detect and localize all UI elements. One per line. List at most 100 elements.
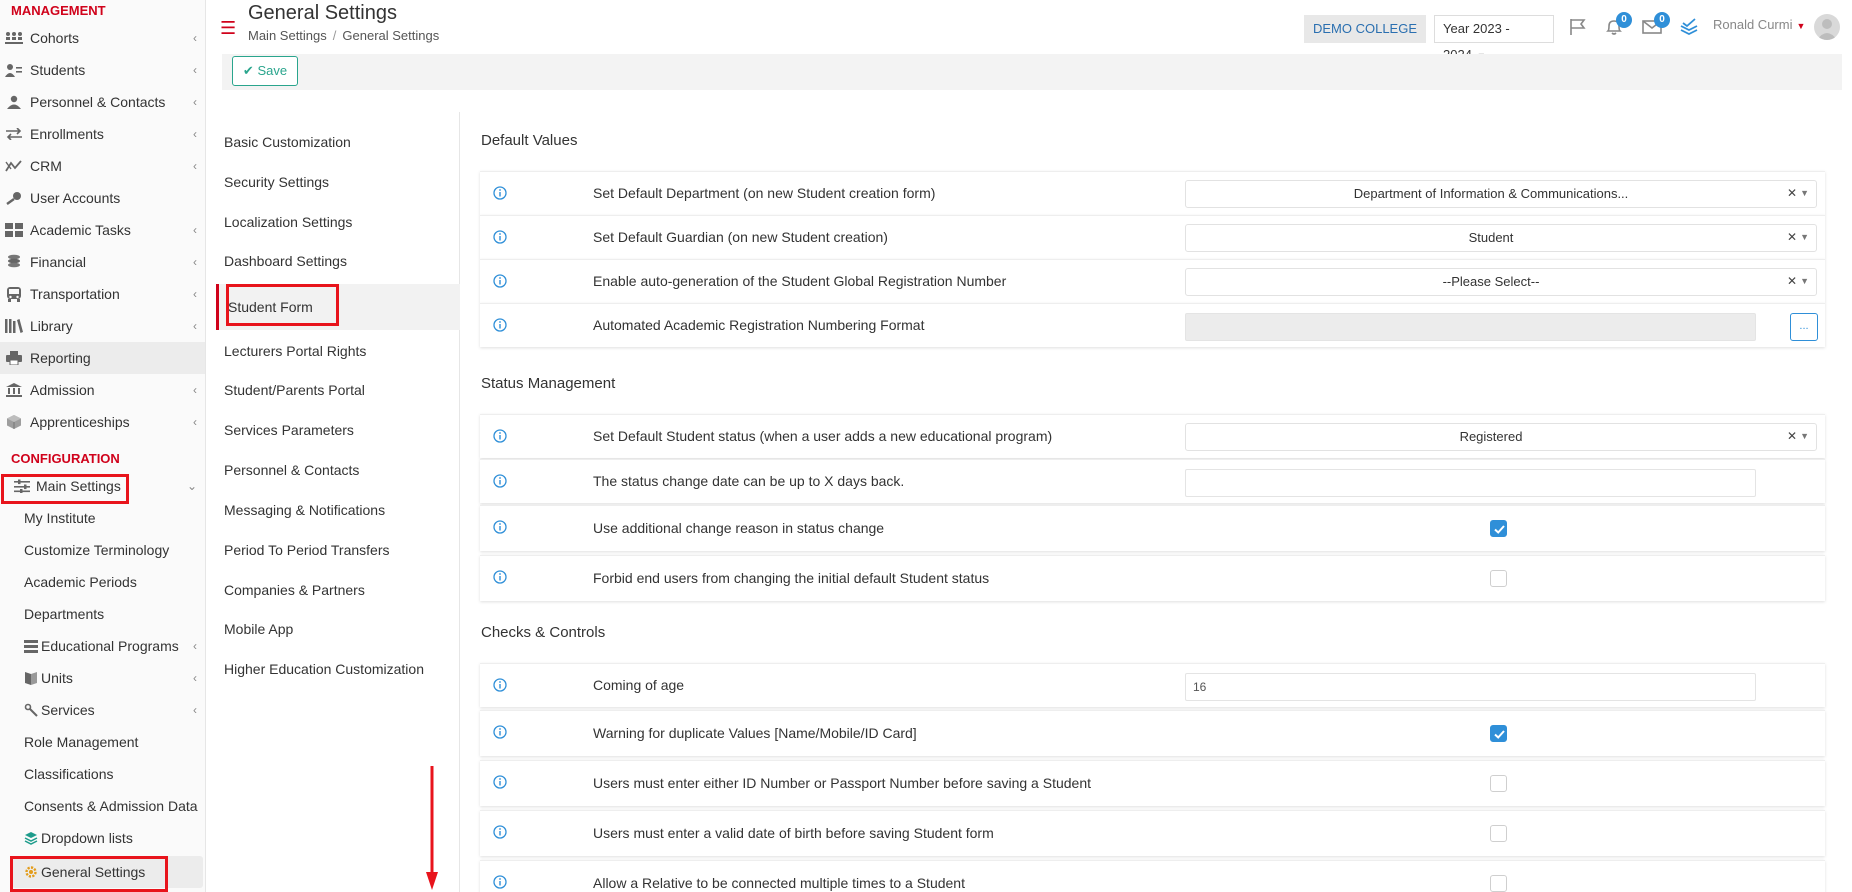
sidebar-item-consents-and-admission-data[interactable]: Consents & Admission Data [0,790,205,822]
page-title: General Settings [248,2,397,24]
settings-nav-services-parameters[interactable]: Services Parameters [216,410,460,450]
settings-nav-student-parents-portal[interactable]: Student/Parents Portal [216,370,460,410]
setting-label: Enable auto-generation of the Student Gl… [593,273,1007,289]
sidebar-item-apprenticeships[interactable]: Apprenticeships ‹ [0,406,205,438]
main-settings-submenu: My Institute Customize Terminology Academi… [0,502,205,854]
info-icon[interactable] [493,775,507,789]
setting-checkbox[interactable] [1490,725,1507,742]
units-icon [24,671,38,685]
clear-icon[interactable]: ✕ [1787,274,1797,288]
sidebar-item-transportation[interactable]: Transportation ‹ [0,278,205,310]
info-icon[interactable] [493,825,507,839]
setting-row: Use additional change reason in status c… [480,505,1825,551]
chevron-down-icon: ⌄ [186,479,197,493]
sidebar-item-label: Units [41,670,73,686]
save-button[interactable]: ✔ Save [232,56,298,86]
gear-icon [24,865,38,879]
setting-select[interactable]: Registered ✕ ▼ [1185,423,1817,451]
sidebar-item-customize-terminology[interactable]: Customize Terminology [0,534,205,566]
settings-nav-student-form[interactable]: Student Form [216,284,460,330]
setting-text-input[interactable]: 16 [1185,673,1756,701]
sidebar-item-label: Students [30,62,86,78]
setting-select[interactable]: Department of Information & Communicatio… [1185,180,1817,208]
sidebar-item-library[interactable]: Library ‹ [0,310,205,342]
clear-icon[interactable]: ✕ [1787,230,1797,244]
tasks-stack-icon[interactable] [1678,17,1700,37]
setting-checkbox[interactable] [1490,520,1507,537]
settings-nav-lecturers-portal-rights[interactable]: Lecturers Portal Rights [216,331,460,371]
info-icon[interactable] [493,875,507,889]
sidebar-item-units[interactable]: Units ‹ [0,662,205,694]
sidebar-item-label: Personnel & Contacts [30,94,166,110]
settings-nav-mobile-app[interactable]: Mobile App [216,609,460,649]
settings-nav-companies-and-partners[interactable]: Companies & Partners [216,570,460,610]
setting-row: Automated Academic Registration Numberin… [480,303,1825,347]
info-icon[interactable] [493,318,507,332]
setting-text-input[interactable] [1185,469,1756,497]
sidebar-item-admission[interactable]: Admission ‹ [0,374,205,406]
user-menu[interactable]: Ronald Curmi ▼ [1713,17,1805,32]
college-selector[interactable]: DEMO COLLEGE [1304,15,1426,43]
sidebar-item-main-settings[interactable]: Main Settings ⌄ [0,470,205,502]
sidebar-item-financial[interactable]: Financial ‹ [0,246,205,278]
chevron-left-icon: ‹ [193,319,197,333]
settings-nav-messaging-and-notifications[interactable]: Messaging & Notifications [216,490,460,530]
layers-icon [24,831,38,845]
sidebar-item-general-settings[interactable]: General Settings [12,856,203,888]
sidebar-item-departments[interactable]: Departments [0,598,205,630]
section-title-checks-controls: Checks & Controls [481,624,606,641]
setting-row: Coming of age 16 [480,663,1825,707]
sidebar-item-personnel-and-contacts[interactable]: Personnel & Contacts ‹ [0,86,205,118]
settings-nav-period-to-period-transfers[interactable]: Period To Period Transfers [216,530,460,570]
clear-icon[interactable]: ✕ [1787,429,1797,443]
avatar[interactable] [1814,14,1840,40]
setting-checkbox[interactable] [1490,570,1507,587]
setting-checkbox[interactable] [1490,775,1507,792]
info-icon[interactable] [493,570,507,584]
info-icon[interactable] [493,429,507,443]
sidebar-item-classifications[interactable]: Classifications [0,758,205,790]
sidebar-item-cohorts[interactable]: Cohorts ‹ [0,22,205,54]
breadcrumb-main-settings[interactable]: Main Settings [248,28,327,43]
sidebar-item-academic-tasks[interactable]: Academic Tasks ‹ [0,214,205,246]
chevron-left-icon: ‹ [193,255,197,269]
setting-label: Users must enter either ID Number or Pas… [593,775,1091,791]
hamburger-menu-icon[interactable]: ☰ [220,18,236,39]
setting-checkbox[interactable] [1490,875,1507,892]
setting-select[interactable]: --Please Select-- ✕ ▼ [1185,268,1817,296]
info-icon[interactable] [493,274,507,288]
chevron-left-icon: ‹ [193,159,197,173]
settings-nav-higher-education-customization[interactable]: Higher Education Customization [216,649,460,689]
info-icon[interactable] [493,520,507,534]
sidebar-item-crm[interactable]: CRM ‹ [0,150,205,182]
sidebar-item-educational-programs[interactable]: Educational Programs ‹ [0,630,205,662]
info-icon[interactable] [493,230,507,244]
sidebar-item-label: Classifications [24,766,114,782]
info-icon[interactable] [493,474,507,488]
sidebar-item-enrollments[interactable]: Enrollments ‹ [0,118,205,150]
info-icon[interactable] [493,186,507,200]
format-options-button[interactable]: ... [1790,313,1818,341]
sidebar-item-students[interactable]: Students ‹ [0,54,205,86]
settings-nav-security-settings[interactable]: Security Settings [216,162,460,202]
management-list: Cohorts ‹ Students ‹ Personnel & Contacts ‹ En… [0,22,205,438]
sidebar-item-my-institute[interactable]: My Institute [0,502,205,534]
settings-nav-personnel-and-contacts[interactable]: Personnel & Contacts [216,450,460,490]
setting-select[interactable]: Student ✕ ▼ [1185,224,1817,252]
setting-checkbox[interactable] [1490,825,1507,842]
settings-nav-dashboard-settings[interactable]: Dashboard Settings [216,241,460,281]
sidebar-item-academic-periods[interactable]: Academic Periods [0,566,205,598]
info-icon[interactable] [493,725,507,739]
sidebar-item-dropdown-lists[interactable]: Dropdown lists [0,822,205,854]
sidebar-item-reporting[interactable]: Reporting [0,342,205,374]
info-icon[interactable] [493,678,507,692]
clear-icon[interactable]: ✕ [1787,186,1797,200]
settings-nav-localization-settings[interactable]: Localization Settings [216,202,460,242]
year-selector[interactable]: Year 2023 - 2024▼ [1434,15,1554,62]
settings-nav-basic-customization[interactable]: Basic Customization [216,122,460,162]
sidebar-item-services[interactable]: Services ‹ [0,694,205,726]
sidebar-item-user-accounts[interactable]: User Accounts [0,182,205,214]
setting-text-input[interactable] [1185,313,1756,341]
sidebar-item-role-management[interactable]: Role Management [0,726,205,758]
flag-icon[interactable] [1568,17,1590,37]
